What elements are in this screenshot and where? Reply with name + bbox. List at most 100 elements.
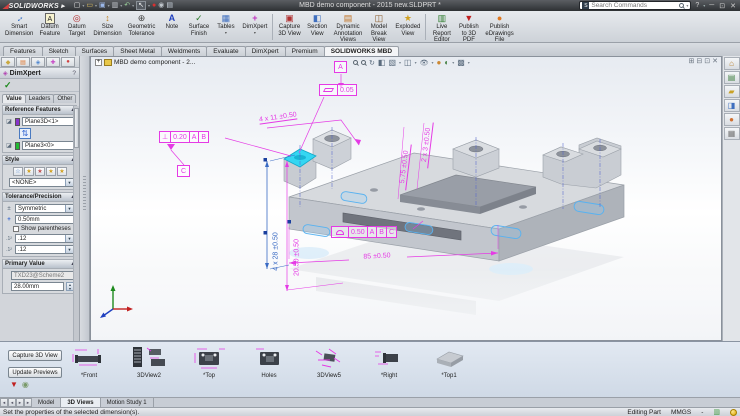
load-style-button[interactable]: ★ <box>57 167 67 176</box>
configurationmanager-tab-icon[interactable]: ▤ <box>16 57 30 67</box>
open-icon[interactable]: ▭ <box>86 2 93 9</box>
close-button[interactable]: ✕ <box>729 2 737 10</box>
sensors-tab-icon[interactable]: ● <box>61 57 75 67</box>
add-style-button[interactable]: ★ <box>24 167 34 176</box>
unit-precision-dropdown[interactable]: .12 ▼ <box>15 234 74 243</box>
section-view-icon[interactable]: ◧ <box>378 58 386 67</box>
smart-dimension-button[interactable]: ↔ Smart Dimension <box>2 12 36 42</box>
tolerance-value-field[interactable]: 0.50mm <box>15 215 74 224</box>
note-button[interactable]: A Note <box>158 12 185 42</box>
apply-default-style-button[interactable]: ☆ <box>13 167 23 176</box>
propertymanager-tab-icon[interactable]: ◆ <box>1 57 15 67</box>
section-view-button[interactable]: ◧ Section View <box>304 12 331 42</box>
tolerance-precision-dropdown[interactable]: .12 ▼ <box>15 245 74 254</box>
save-style-button[interactable]: ★ <box>46 167 56 176</box>
datum-a[interactable]: A <box>334 61 347 73</box>
view-thumbnail[interactable]: 3DView5 <box>308 344 350 379</box>
pm-scrollbar[interactable] <box>73 106 79 341</box>
dynamic-annotation-views-button[interactable]: ▤ Dynamic Annotation Views <box>331 12 366 42</box>
hide-show-items-icon[interactable]: 👁 <box>420 59 429 67</box>
file-properties-icon[interactable]: ▤ <box>166 2 173 9</box>
subtab-value[interactable]: Value <box>2 94 26 103</box>
publish-3d-pdf-small-icon[interactable]: ▼ <box>10 380 18 389</box>
zoom-area-icon[interactable] <box>361 60 366 65</box>
new-document-icon[interactable]: ▢ <box>74 2 81 9</box>
expand-icon[interactable]: + <box>95 59 102 66</box>
options-icon[interactable]: ◉ <box>158 2 164 9</box>
view-thumbnail[interactable]: *Top <box>188 344 230 379</box>
delete-style-button[interactable]: ★ <box>35 167 45 176</box>
dim-height-selected[interactable]: 4 x 28 ±0.50 <box>273 214 280 290</box>
displaymanager-tab-icon[interactable]: ✚ <box>46 57 60 67</box>
appearances-scenes-icon[interactable]: ● <box>724 113 740 126</box>
display-style-icon[interactable]: ◫ <box>404 58 412 67</box>
tag-icon[interactable]: ▥ <box>713 408 720 416</box>
tab-scroll-right-button[interactable]: ► <box>16 398 24 407</box>
zoom-fit-icon[interactable] <box>353 60 358 65</box>
flatness-fcf[interactable]: 0.05 <box>319 84 357 96</box>
update-previews-button[interactable]: Update Previews <box>8 367 62 378</box>
dim-height[interactable]: 20.50 ±0.50 <box>294 216 301 300</box>
tab-features[interactable]: Features <box>3 46 43 56</box>
graphics-viewport[interactable]: + MBD demo component - 2... ↻ ◧ ▧▾ ◫▾ 👁▾… <box>90 56 722 341</box>
tab-3d-views[interactable]: 3D Views <box>61 398 100 407</box>
view-thumbnail[interactable]: *Top1 <box>428 344 470 379</box>
datum-feature-button[interactable]: A Datum Feature <box>36 12 63 42</box>
solidworks-resources-icon[interactable]: ⌂ <box>724 57 740 70</box>
secondary-reference-field[interactable]: Plane3<0> <box>22 141 74 150</box>
perpendicularity-fcf[interactable]: ⊥ 0.20 A B <box>159 131 209 143</box>
view-thumbnail[interactable]: 3DView2 <box>128 344 170 379</box>
tab-evaluate[interactable]: Evaluate <box>206 46 245 56</box>
tab-scroll-last-button[interactable]: ► <box>24 398 32 407</box>
tab-sketch[interactable]: Sketch <box>42 46 76 56</box>
apply-scene-icon[interactable]: ◐ <box>444 58 449 67</box>
ok-checkmark-icon[interactable]: ✓ <box>4 80 12 91</box>
tab-motion-study[interactable]: Motion Study 1 <box>101 398 154 407</box>
edit-appearance-icon[interactable]: ● <box>437 58 442 67</box>
capture-3d-view-panel-button[interactable]: Capture 3D View <box>8 350 62 361</box>
custom-properties-icon[interactable]: ▦ <box>724 127 740 140</box>
design-library-icon[interactable]: ▤ <box>724 71 740 84</box>
model-break-view-button[interactable]: ◫ Model Break View <box>365 12 392 42</box>
view-thumbnail[interactable]: Holes <box>248 344 290 379</box>
pm-help-icon[interactable]: ? <box>72 70 76 77</box>
print-icon[interactable]: ▥ <box>112 2 119 9</box>
search-commands-input[interactable]: S Search Commands ▾ <box>579 1 691 10</box>
minimize-button[interactable]: ─ <box>708 2 715 9</box>
tab-model[interactable]: Model <box>32 398 61 407</box>
tab-premium[interactable]: Premium <box>285 46 325 56</box>
geometric-tolerance-button[interactable]: ⊕ Geometric Tolerance <box>125 12 159 42</box>
view-thumbnail[interactable]: *Front <box>68 344 110 379</box>
doc-close-icon[interactable]: ✕ <box>712 57 718 65</box>
publish-3d-pdf-button[interactable]: ▼ Publish to 3D PDF <box>455 12 482 42</box>
subtab-leaders[interactable]: Leaders <box>25 94 55 103</box>
tab-surfaces[interactable]: Surfaces <box>75 46 115 56</box>
view-settings-icon[interactable]: ▩ <box>457 58 465 67</box>
scrollbar-thumb[interactable] <box>74 108 79 148</box>
publish-edrawings-button[interactable]: ● Publish eDrawings File <box>482 12 516 42</box>
dimxpert-button[interactable]: + DimXpert ▾ <box>239 12 270 42</box>
part-model[interactable] <box>284 130 624 261</box>
view-thumbnail[interactable]: *Right <box>368 344 410 379</box>
dimxpertmanager-tab-icon[interactable]: ◈ <box>31 57 45 67</box>
restore-button[interactable]: ⊡ <box>718 2 726 10</box>
size-dimension-button[interactable]: ↕ Size Dimension <box>90 12 124 42</box>
tab-weldments[interactable]: Weldments <box>161 46 207 56</box>
help-icon[interactable]: ? <box>694 2 700 9</box>
style-dropdown[interactable]: <NONE> ▼ <box>9 178 74 187</box>
tab-dimxpert[interactable]: DimXpert <box>245 46 286 56</box>
tolerance-type-dropdown[interactable]: Symmetric ▼ <box>15 204 74 213</box>
datum-c[interactable]: C <box>177 165 190 177</box>
subtab-other[interactable]: Other <box>53 94 76 103</box>
view-orientation-icon[interactable]: ▧ <box>388 58 396 67</box>
tab-scroll-left-button[interactable]: ◄ <box>8 398 16 407</box>
swap-references-button[interactable]: ⇅ <box>19 128 31 139</box>
tab-sheet-metal[interactable]: Sheet Metal <box>113 46 162 56</box>
search-icon[interactable] <box>679 3 684 8</box>
save-icon[interactable]: ▣ <box>99 2 106 9</box>
primary-value-field[interactable]: 28.00mm <box>11 282 64 291</box>
file-explorer-icon[interactable]: ▰ <box>724 85 740 98</box>
doc-restore-icon[interactable]: ⊡ <box>704 57 710 65</box>
doc-minimize-icon[interactable]: ⊟ <box>696 57 702 65</box>
datum-target-button[interactable]: ◎ Datum Target <box>63 12 90 42</box>
